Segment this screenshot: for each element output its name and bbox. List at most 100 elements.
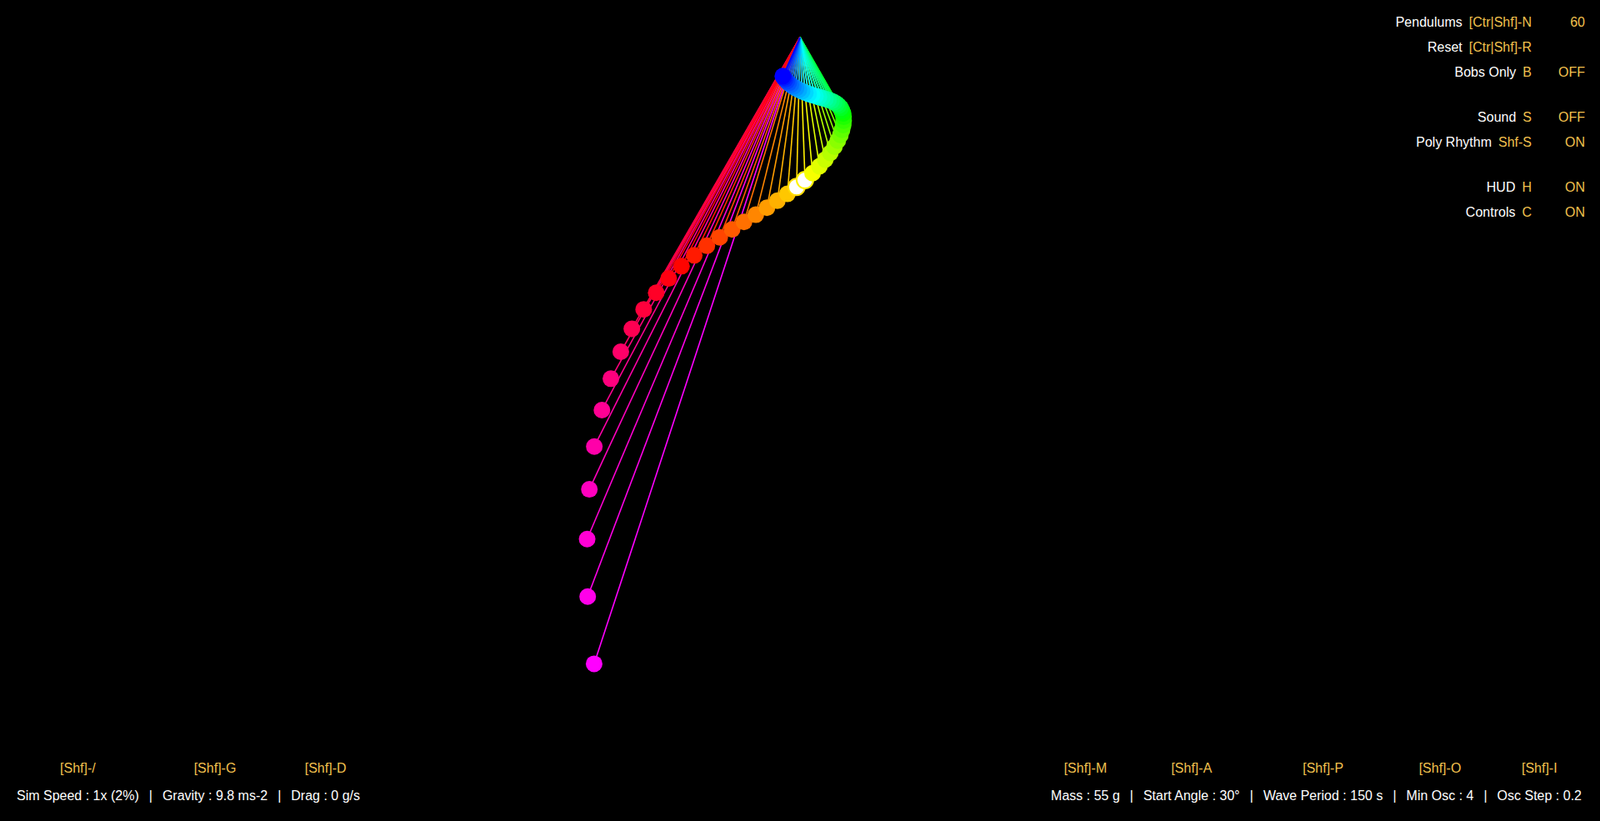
pendulum xyxy=(647,37,800,301)
control-item[interactable]: [Shf]-D Drag : 0 g/s xyxy=(290,760,360,805)
control-separator: | xyxy=(1250,760,1254,805)
pendulum-string xyxy=(681,37,800,266)
control-separator: | xyxy=(277,760,281,805)
hud-row[interactable]: Poly RhythmShf-SON xyxy=(1395,130,1585,155)
pendulum xyxy=(774,37,800,85)
pendulum-string xyxy=(777,37,800,201)
pendulum xyxy=(660,37,800,287)
control-label: Wave Period : 150 s xyxy=(1263,787,1383,805)
pendulum xyxy=(800,37,852,125)
control-item[interactable]: [Shf]-I Osc Step : 0.2 xyxy=(1497,760,1582,805)
pendulum-string xyxy=(594,37,800,664)
hud-row[interactable]: Reset [Ctr|Shf]-R xyxy=(1395,35,1585,60)
control-separator: | xyxy=(1392,760,1396,805)
hud-key: S xyxy=(1522,107,1532,128)
pendulum-string xyxy=(800,37,844,114)
pendulum-bob xyxy=(585,438,603,455)
hud-row[interactable]: Sound SOFF xyxy=(1395,105,1585,130)
control-separator: | xyxy=(1130,760,1134,805)
hud-row[interactable]: Pendulums [Ctr|Shf]-N60 xyxy=(1395,10,1585,35)
hud-value: OFF xyxy=(1531,62,1585,83)
hud-key: Shf-S xyxy=(1498,132,1532,153)
hud-key: [Ctr|Shf]-R xyxy=(1469,37,1532,58)
control-label: Gravity : 9.8 ms-2 xyxy=(162,787,268,805)
control-key: [Shf]-M xyxy=(1064,760,1108,777)
hud-value: ON xyxy=(1531,177,1585,198)
pendulum-bob xyxy=(660,270,677,287)
control-label: Sim Speed : 1x (2%) xyxy=(16,787,140,805)
hud-value: 60 xyxy=(1531,12,1585,33)
control-label: Drag : 0 g/s xyxy=(290,787,360,805)
control-key: [Shf]-I xyxy=(1521,760,1558,777)
hud-panel: Pendulums[Ctr|Shf]-N60Reset[Ctr|Shf]-RBo… xyxy=(1395,0,1600,225)
hud-row[interactable]: HUDHON xyxy=(1395,175,1585,200)
controls-bar: [Shf]-/Sim Speed : 1x (2%)|[Shf]-GGravit… xyxy=(0,760,1600,821)
hud-label: Bobs Only xyxy=(1455,62,1517,83)
hud-row[interactable]: ControlsCON xyxy=(1395,200,1585,225)
pendulum-string xyxy=(655,37,800,293)
pendulum xyxy=(698,37,800,255)
pendulum-string xyxy=(706,37,800,246)
pendulum-string xyxy=(668,37,800,279)
pendulum xyxy=(800,37,850,116)
pendulum-string xyxy=(587,37,800,540)
pendulum-string xyxy=(594,37,800,447)
control-separator: | xyxy=(1483,760,1487,805)
pendulum xyxy=(579,37,800,548)
pendulum xyxy=(580,37,800,498)
pendulum xyxy=(800,37,850,119)
pendulum-bob xyxy=(647,284,665,301)
pendulum-bob xyxy=(612,343,630,360)
pendulum-bob xyxy=(580,480,598,498)
pendulum-string xyxy=(732,37,800,230)
control-label: Start Angle : 30° xyxy=(1143,787,1240,805)
pendulum xyxy=(602,37,800,387)
pendulum-bob xyxy=(623,320,640,338)
pendulum xyxy=(735,37,800,230)
control-key: [Shf]-G xyxy=(194,760,237,777)
control-item[interactable]: [Shf]-AStart Angle : 30° xyxy=(1143,760,1240,805)
control-separator: | xyxy=(149,760,153,805)
hud-value: OFF xyxy=(1531,107,1585,128)
hud-group: HUDHONControlsCON xyxy=(1395,175,1585,225)
pendulum xyxy=(724,37,800,238)
control-item[interactable]: [Shf]-G Gravity : 9.8 ms-2 xyxy=(162,760,268,805)
hud-label: Pendulums xyxy=(1395,12,1463,33)
control-item[interactable]: [Shf]-M Mass : 55 g xyxy=(1050,760,1120,805)
control-item[interactable]: [Shf]-OMin Osc : 4 xyxy=(1406,760,1475,805)
hud-label: Sound xyxy=(1477,107,1516,128)
pendulum-bob xyxy=(593,401,610,419)
hud-label: Reset xyxy=(1427,37,1463,58)
hud-key: B xyxy=(1522,62,1532,83)
pendulum xyxy=(800,37,852,130)
pendulum xyxy=(747,37,800,224)
pendulum-bob xyxy=(602,370,620,387)
pendulum-string xyxy=(643,37,800,310)
pendulum-bob xyxy=(635,300,652,318)
pendulum-canvas xyxy=(0,0,1600,821)
pendulum xyxy=(673,37,800,275)
pendulum-string xyxy=(587,37,800,597)
hud-group: Pendulums[Ctr|Shf]-N60Reset[Ctr|Shf]-RBo… xyxy=(1395,10,1585,85)
pendulum xyxy=(800,37,847,115)
pendulum-string xyxy=(601,37,800,410)
pendulum xyxy=(593,37,800,419)
control-key: [Shf]-P xyxy=(1302,760,1344,777)
control-item[interactable]: [Shf]-/Sim Speed : 1x (2%) xyxy=(16,760,140,805)
hud-key: [Ctr|Shf]-N xyxy=(1469,12,1532,33)
control-label: Mass : 55 g xyxy=(1050,787,1120,805)
pendulum xyxy=(685,37,800,264)
pendulum-string xyxy=(694,37,800,255)
control-label: Osc Step : 0.2 xyxy=(1497,787,1582,805)
hud-row[interactable]: Bobs OnlyBOFF xyxy=(1395,60,1585,85)
controls-right: [Shf]-MMass : 55 g|[Shf]-AStart Angle : … xyxy=(1050,760,1582,805)
pendulum xyxy=(635,37,800,318)
pendulum-string xyxy=(631,37,800,330)
hud-label: Controls xyxy=(1465,202,1516,223)
pendulum xyxy=(711,37,800,246)
control-item[interactable]: [Shf]-P Wave Period : 150 s xyxy=(1263,760,1383,805)
control-key: [Shf]-D xyxy=(305,760,347,777)
hud-label: Poly Rhythm xyxy=(1415,132,1492,153)
pendulum-string xyxy=(720,37,800,238)
hud-key: C xyxy=(1521,202,1532,223)
